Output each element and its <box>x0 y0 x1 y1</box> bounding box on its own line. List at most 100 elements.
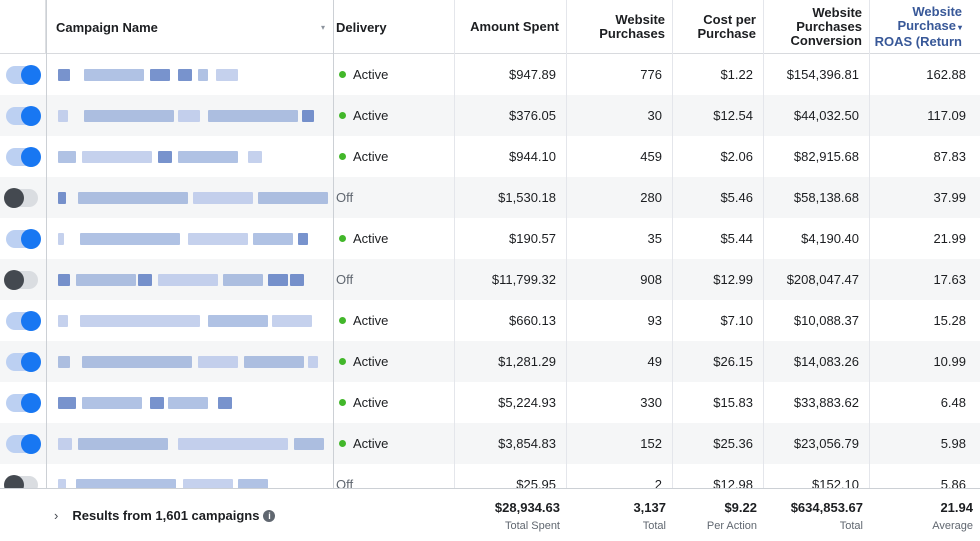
info-icon[interactable]: i <box>263 509 276 522</box>
table-row[interactable]: Active $5,224.93 330 $15.83 $33,883.62 6… <box>0 382 980 423</box>
amount-spent: $947.89 <box>509 67 556 82</box>
header-cost-per-purchase-label: Cost per Purchase <box>697 13 756 41</box>
cost-total: $9.22 <box>724 499 757 515</box>
website-purchases: 776 <box>640 67 662 82</box>
website-purchases-cell: 93 <box>567 300 673 341</box>
table-row[interactable]: Active $944.10 459 $2.06 $82,915.68 87.8… <box>0 136 980 177</box>
campaign-name-redacted <box>58 353 328 371</box>
roas-value: 17.63 <box>933 272 966 287</box>
campaign-name-redacted <box>58 312 328 330</box>
row-toggle-cell <box>0 136 46 177</box>
campaign-name-cell[interactable] <box>46 423 334 464</box>
cost-per-purchase-cell: $7.10 <box>673 300 764 341</box>
campaign-toggle[interactable] <box>6 146 41 167</box>
campaign-name-redacted <box>58 189 328 207</box>
active-status-dot <box>339 399 346 406</box>
delivery-cell: Active <box>334 136 455 177</box>
campaign-name-cell[interactable] <box>46 382 334 423</box>
campaign-toggle[interactable] <box>6 228 41 249</box>
campaign-toggle[interactable] <box>6 64 41 85</box>
header-campaign-name-label: Campaign Name <box>56 19 158 35</box>
amount-spent: $376.05 <box>509 108 556 123</box>
row-toggle-cell <box>0 300 46 341</box>
header-line: Purchase <box>697 26 756 41</box>
conversion-value: $82,915.68 <box>793 149 859 164</box>
website-purchases: 459 <box>640 149 662 164</box>
campaigns-table: Campaign Name ▾ Delivery Amount Spent We… <box>0 0 980 541</box>
campaign-toggle[interactable] <box>6 392 41 413</box>
header-amount-spent[interactable]: Amount Spent <box>455 0 567 54</box>
campaign-name-cell[interactable] <box>46 177 334 218</box>
column-divider <box>672 0 673 541</box>
table-row[interactable]: Active $3,854.83 152 $25.36 $23,056.79 5… <box>0 423 980 464</box>
roas-value: 87.83 <box>933 149 966 164</box>
delivery-status: Active <box>353 436 389 451</box>
amount-total-label: Total Spent <box>504 519 560 532</box>
campaign-toggle[interactable] <box>6 105 41 126</box>
website-purchases: 280 <box>640 190 662 205</box>
column-divider <box>454 0 455 541</box>
website-purchases: 49 <box>647 354 662 369</box>
campaign-name-cell[interactable] <box>46 54 334 95</box>
campaign-name-cell[interactable] <box>46 259 334 300</box>
table-row[interactable]: Active $190.57 35 $5.44 $4,190.40 21.99 <box>0 218 980 259</box>
campaign-toggle[interactable] <box>4 269 38 290</box>
table-row[interactable]: Off $11,799.32 908 $12.99 $208,047.47 17… <box>0 259 980 300</box>
table-row[interactable]: Active $660.13 93 $7.10 $10,088.37 15.28 <box>0 300 980 341</box>
delivery-cell: Off <box>334 177 455 218</box>
header-website-purchases[interactable]: Website Purchases <box>567 0 673 54</box>
campaign-name-cell[interactable] <box>46 300 334 341</box>
header-delivery[interactable]: Delivery <box>334 0 455 54</box>
table-row[interactable]: Off $1,530.18 280 $5.46 $58,138.68 37.99 <box>0 177 980 218</box>
conversion-value-cell: $208,047.47 <box>764 259 870 300</box>
roas-value: 21.99 <box>933 231 966 246</box>
chevron-right-icon[interactable]: › <box>54 508 58 523</box>
roas-value: 6.48 <box>940 395 966 410</box>
cost-per-purchase-cell: $26.15 <box>673 341 764 382</box>
campaign-name-cell[interactable] <box>46 95 334 136</box>
amount-spent: $5,224.93 <box>498 395 556 410</box>
campaign-name-cell[interactable] <box>46 341 334 382</box>
toggle-knob <box>21 146 41 167</box>
cost-per-purchase-cell: $1.22 <box>673 54 764 95</box>
conversion-value-cell: $82,915.68 <box>764 136 870 177</box>
row-toggle-cell <box>0 423 46 464</box>
header-line: Purchase <box>897 18 956 33</box>
table-row[interactable]: Active $1,281.29 49 $26.15 $14,083.26 10… <box>0 341 980 382</box>
campaign-toggle[interactable] <box>6 433 41 454</box>
roas-value: 15.28 <box>933 313 966 328</box>
header-line: Website <box>615 12 665 27</box>
delivery-status: Active <box>353 108 389 123</box>
roas-value: 37.99 <box>933 190 966 205</box>
header-roas[interactable]: Website Purchase ▾ ROAS (Return <box>870 0 980 54</box>
campaign-name-cell[interactable] <box>46 136 334 177</box>
table-row[interactable]: Active $376.05 30 $12.54 $44,032.50 117.… <box>0 95 980 136</box>
cost-total-label: Per Action <box>706 519 757 532</box>
roas-cell: 17.63 <box>870 259 980 300</box>
amount-total: $28,934.63 <box>494 499 560 515</box>
header-campaign-name[interactable]: Campaign Name ▾ <box>46 0 334 54</box>
campaign-toggle[interactable] <box>6 310 41 331</box>
header-cost-per-purchase[interactable]: Cost per Purchase <box>673 0 764 54</box>
purchases-total: 3,137 <box>633 499 666 515</box>
website-purchases-cell: 152 <box>567 423 673 464</box>
active-status-dot <box>339 235 346 242</box>
sort-caret-icon[interactable]: ▾ <box>321 23 325 32</box>
table-row[interactable]: Active $947.89 776 $1.22 $154,396.81 162… <box>0 54 980 95</box>
toggle-knob <box>21 64 41 85</box>
sort-desc-icon[interactable]: ▾ <box>958 23 962 32</box>
footer-cost-per-purchase: $9.22 Per Action <box>673 489 764 541</box>
results-summary[interactable]: › Results from 1,601 campaigns i <box>46 489 334 541</box>
cost-per-purchase: $5.44 <box>720 231 753 246</box>
campaign-toggle[interactable] <box>6 351 41 372</box>
campaign-name-cell[interactable] <box>46 218 334 259</box>
conversion-value: $10,088.37 <box>793 313 859 328</box>
conversion-value-cell: $33,883.62 <box>764 382 870 423</box>
website-purchases: 30 <box>647 108 662 123</box>
campaign-toggle[interactable] <box>4 187 38 208</box>
cost-per-purchase-cell: $15.83 <box>673 382 764 423</box>
conversion-value-cell: $23,056.79 <box>764 423 870 464</box>
header-website-purchases-conversion[interactable]: Website Purchases Conversion <box>764 0 870 54</box>
cost-per-purchase: $1.22 <box>720 67 753 82</box>
cost-per-purchase-cell: $12.99 <box>673 259 764 300</box>
